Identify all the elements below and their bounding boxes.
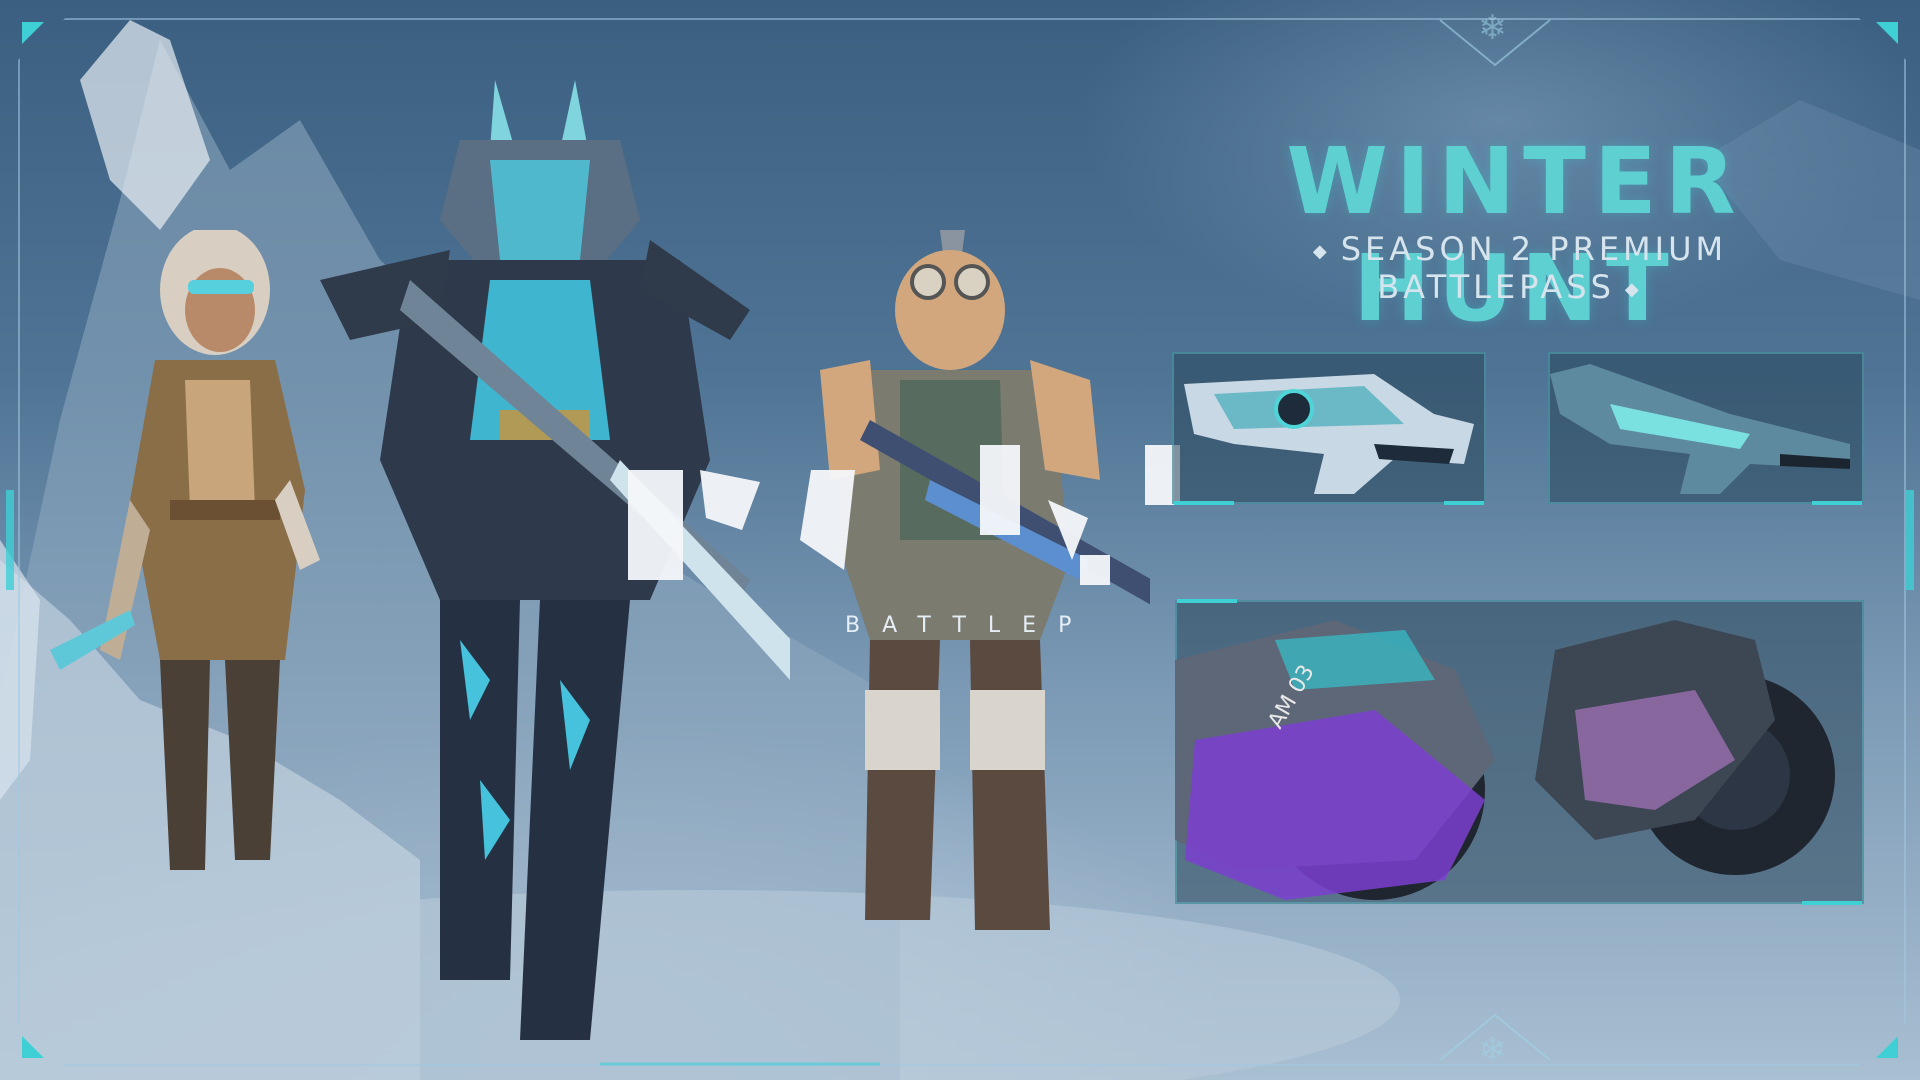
battlepass-subtitle: ◆ SEASON 2 PREMIUM BATTLEPASS ◆ (1165, 230, 1865, 306)
panel-accent (1812, 501, 1862, 505)
glitch-fragment (628, 470, 683, 580)
reward-weapon-skin-1[interactable] (1172, 352, 1486, 505)
glitch-text: BATTLEP (845, 613, 1094, 638)
snowflake-icon: ❄ (1478, 1030, 1507, 1070)
motorbike-image: AM 03 (1175, 620, 1835, 900)
panel-accent (1174, 501, 1234, 505)
character-lion-beast-warrior[interactable] (290, 80, 790, 1050)
weapon-skin-2-image (1550, 364, 1850, 494)
subtitle-text: SEASON 2 PREMIUM BATTLEPASS (1340, 230, 1728, 306)
reward-motorbike-skin[interactable]: AM 03 (1175, 599, 1864, 905)
glitch-fragment (1080, 555, 1110, 585)
snowflake-icon: ❄ (1478, 8, 1507, 48)
diamond-icon: ◆ (1312, 240, 1331, 262)
weapon-skin-1-image (1184, 374, 1474, 494)
glitch-fragment (980, 445, 1020, 535)
diamond-icon: ◆ (1624, 278, 1643, 300)
panel-accent (1444, 501, 1484, 505)
reward-weapon-skin-2[interactable] (1548, 352, 1864, 505)
